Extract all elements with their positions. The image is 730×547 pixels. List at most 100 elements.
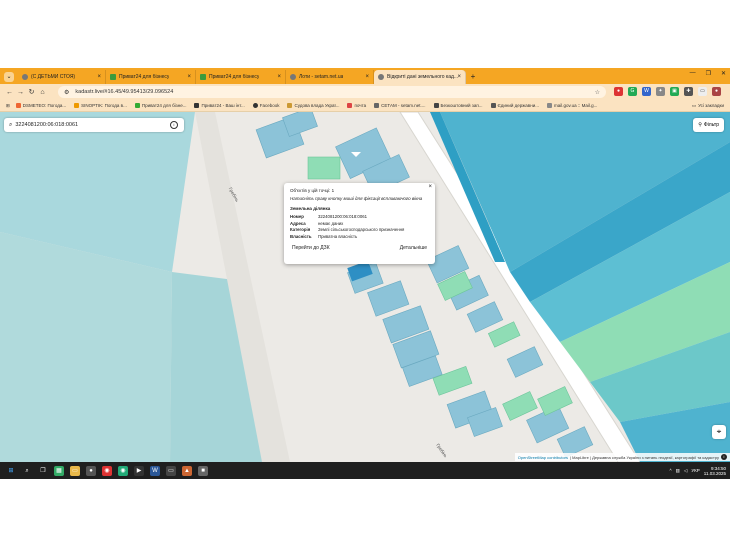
- filter-icon: ⚲: [698, 122, 702, 128]
- tab-label: (С ДЕТЬМИ СТОЯ): [31, 74, 76, 80]
- search-icon[interactable]: ⌕: [22, 466, 32, 476]
- popup-actions: Перейти до ДЗК Детальніше: [290, 244, 429, 252]
- bookmark-icon: [546, 103, 552, 108]
- tab-1[interactable]: (С ДЕТЬМИ СТОЯ) ×: [18, 70, 106, 84]
- popup-hint: Натисніть праву кнопку миші для фіксації…: [290, 196, 423, 201]
- tab-5[interactable]: Відкриті дані земельного кад... ×: [374, 70, 466, 84]
- search-value: 3224081200:06:018:0061: [15, 122, 79, 128]
- tab-3[interactable]: Приват24 для бізнесу ×: [196, 70, 286, 84]
- close-window-icon[interactable]: ✕: [721, 70, 726, 77]
- extension-icon[interactable]: W: [642, 87, 651, 96]
- home-icon[interactable]: ⌂: [37, 89, 48, 96]
- new-tab-button[interactable]: +: [466, 70, 480, 84]
- bookmark-item[interactable]: mail.gov.ua :: Mail.g...: [546, 103, 597, 108]
- bookmark-item[interactable]: почта: [347, 103, 366, 108]
- map-attribution: OpenStreetMap contributors | MapLibre | …: [514, 453, 730, 461]
- close-tab-icon[interactable]: ×: [365, 74, 369, 80]
- bookmark-item[interactable]: СЕТАМ - setam.net....: [374, 103, 426, 108]
- extension-icon[interactable]: ✦: [656, 87, 665, 96]
- search-input[interactable]: ⌕ 3224081200:06:018:0061 i: [4, 118, 184, 132]
- app-icon[interactable]: ■: [198, 465, 208, 476]
- chrome-icon[interactable]: ◉: [102, 465, 112, 476]
- menu-icon[interactable]: ⋮: [726, 87, 730, 96]
- reload-icon[interactable]: ↻: [26, 88, 37, 96]
- attribution-text: | MapLibre | Державна служба України з п…: [570, 454, 719, 460]
- attribution-info-icon[interactable]: i: [721, 454, 727, 460]
- chrome-icon[interactable]: ◉: [118, 465, 128, 476]
- bookmark-icon: [490, 103, 496, 108]
- tab-2[interactable]: Приват24 для бізнесу ×: [106, 70, 196, 84]
- land-parcel: [307, 156, 341, 180]
- close-icon[interactable]: ×: [428, 184, 432, 190]
- bookmark-label: Приват24 - Ваш інт...: [201, 103, 245, 108]
- terminal-icon[interactable]: ▶: [134, 465, 144, 476]
- tab-4[interactable]: Лоти - setam.net.ua ×: [286, 70, 374, 84]
- widgets-icon[interactable]: ▦: [54, 465, 64, 476]
- tab-search-button[interactable]: ⌄: [4, 72, 14, 82]
- toolbar: ← → ↻ ⌂ ⚙ kadastr.live/#16.45/49.95413/2…: [0, 84, 730, 100]
- info-icon[interactable]: i: [170, 121, 178, 129]
- filter-label: Фільтр: [703, 122, 719, 128]
- bookmark-icon: [194, 103, 200, 108]
- bookmark-icon: [347, 103, 353, 108]
- extension-icon[interactable]: ▣: [670, 87, 679, 96]
- close-tab-icon[interactable]: ×: [277, 74, 281, 80]
- bookmark-item[interactable]: DSMETEO: Погода...: [15, 103, 66, 108]
- top-margin: [0, 0, 730, 68]
- globe-icon: [378, 74, 384, 80]
- app-icon[interactable]: ▲: [182, 465, 192, 476]
- task-view-icon[interactable]: ❐: [38, 466, 48, 476]
- tab-label: Приват24 для бізнесу: [209, 74, 260, 80]
- land-parcel: [506, 346, 544, 378]
- bookmark-icon: [134, 103, 140, 108]
- close-tab-icon[interactable]: ×: [457, 74, 461, 80]
- address-bar[interactable]: ⚙ kadastr.live/#16.45/49.95413/29.096524…: [58, 86, 606, 98]
- extension-icon[interactable]: G: [628, 87, 637, 96]
- bookmark-item[interactable]: SINOPTIK: Погода в...: [74, 103, 127, 108]
- globe-icon: [290, 74, 296, 80]
- locate-button[interactable]: ⌖: [712, 425, 726, 439]
- network-icon[interactable]: ▥: [676, 468, 680, 474]
- close-tab-icon[interactable]: ×: [97, 74, 101, 80]
- avatar[interactable]: ●: [712, 87, 721, 96]
- clock[interactable]: 9:34:50 11.03.2025: [704, 466, 726, 476]
- bottom-margin: [0, 479, 730, 547]
- bookmark-item[interactable]: Безкоштовний зап...: [433, 103, 483, 108]
- filter-button[interactable]: ⚲ Фільтр: [693, 118, 724, 132]
- sidebar-icon[interactable]: ▭: [698, 87, 707, 96]
- site-info-icon[interactable]: ⚙: [64, 89, 69, 96]
- bookmark-item[interactable]: Судова влада Украї...: [287, 103, 339, 108]
- language-indicator[interactable]: УКР: [691, 468, 699, 473]
- app-icon[interactable]: ●: [86, 465, 96, 476]
- apps-icon[interactable]: ⊞: [6, 103, 10, 109]
- map-canvas[interactable]: ⌕ 3224081200:06:018:0061 i ⚲ Фільтр Греб…: [0, 112, 730, 462]
- puzzle-icon[interactable]: ✚: [684, 87, 693, 96]
- osm-link[interactable]: OpenStreetMap contributors: [518, 455, 568, 460]
- forward-icon[interactable]: →: [15, 89, 26, 96]
- bookmark-item[interactable]: Facebook: [252, 103, 279, 108]
- file-explorer-icon[interactable]: ▭: [70, 465, 80, 476]
- close-tab-icon[interactable]: ×: [187, 74, 191, 80]
- tab-label: Відкриті дані земельного кад...: [387, 74, 459, 80]
- restore-icon[interactable]: ❐: [706, 70, 711, 77]
- minimize-icon[interactable]: —: [690, 70, 696, 77]
- windows-start-icon[interactable]: ⊞: [6, 466, 16, 476]
- all-bookmarks[interactable]: ▭ Усі закладки: [692, 103, 724, 109]
- monitor-icon[interactable]: ▭: [166, 465, 176, 476]
- bookmark-label: Судова влада Украї...: [294, 103, 340, 108]
- details-button[interactable]: Детальніше: [398, 244, 429, 252]
- bookmark-item[interactable]: Приват24 для бізне...: [134, 103, 186, 108]
- chevron-up-icon[interactable]: ^: [669, 468, 671, 473]
- volume-icon[interactable]: ◁: [684, 468, 687, 474]
- bookmark-item[interactable]: Єдиний державни...: [490, 103, 539, 108]
- goto-dzk-button[interactable]: Перейти до ДЗК: [290, 244, 332, 252]
- bookmark-icon: [287, 103, 293, 108]
- back-icon[interactable]: ←: [4, 89, 15, 96]
- extension-icon[interactable]: ●: [614, 87, 623, 96]
- bookmark-star-icon[interactable]: ☆: [595, 89, 600, 96]
- bookmark-item[interactable]: Приват24 - Ваш інт...: [194, 103, 245, 108]
- land-parcel: [466, 301, 504, 333]
- bookmark-label: Єдиний державни...: [497, 103, 539, 108]
- tab-label: Лоти - setam.net.ua: [299, 74, 344, 80]
- word-icon[interactable]: W: [150, 465, 160, 476]
